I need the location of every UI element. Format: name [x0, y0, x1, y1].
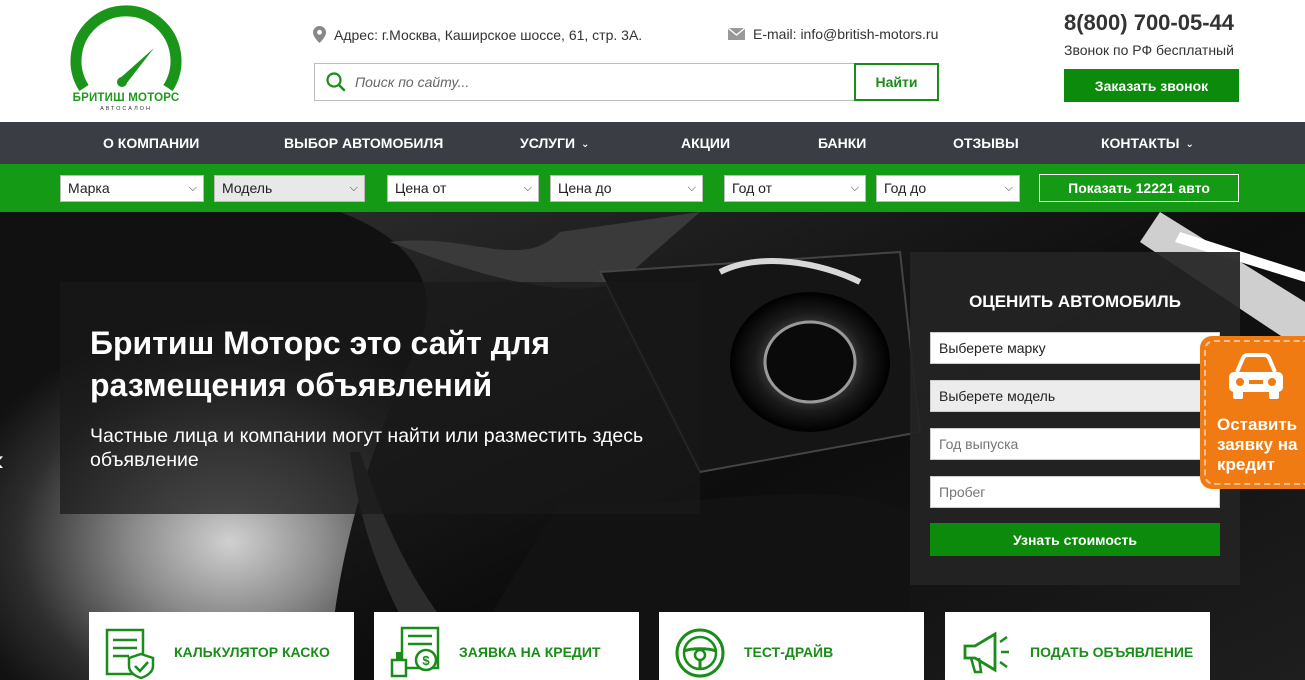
logo-name: БРИТИШ МОТОРС	[72, 92, 180, 104]
envelope-icon	[728, 28, 745, 40]
location-pin-icon	[313, 26, 326, 43]
insurance-document-icon	[105, 628, 155, 680]
card-test-drive[interactable]: ТЕСТ-ДРАЙВ	[659, 612, 924, 680]
card-post-ad[interactable]: ПОДАТЬ ОБЪЯВЛЕНИЕ	[945, 612, 1210, 680]
hero-title: Бритиш Моторс это сайт для размещения об…	[90, 325, 551, 403]
card-label: ТЕСТ-ДРАЙВ	[744, 644, 834, 660]
nav-item-contacts[interactable]: КОНТАКТЫ ⌄	[1101, 122, 1194, 164]
search-input[interactable]	[355, 74, 835, 90]
hero-promo: Бритиш Моторс это сайт для размещения об…	[60, 282, 700, 514]
appraise-year-input[interactable]	[930, 428, 1220, 460]
nav-item-services[interactable]: УСЛУГИ ⌄	[520, 122, 589, 164]
card-label: ЗАЯВКА НА КРЕДИТ	[459, 644, 601, 660]
nav-item-banks[interactable]: БАНКИ	[818, 122, 866, 164]
chevron-down-icon: ⌵	[349, 182, 358, 194]
email-text[interactable]: E-mail: info@british-motors.ru	[753, 26, 938, 42]
chevron-down-icon: ⌵	[1004, 182, 1013, 194]
chevron-down-icon: ⌵	[188, 182, 197, 194]
megaphone-icon	[963, 631, 1009, 674]
chevron-down-icon: ⌄	[1185, 139, 1194, 150]
address-text: Адрес: г.Москва, Каширское шоссе, 61, ст…	[334, 26, 643, 43]
nav-item-about[interactable]: О КОМПАНИИ	[103, 122, 199, 164]
logo-subtitle: АВТОСАЛОН	[100, 106, 152, 112]
car-icon	[1229, 353, 1283, 399]
card-credit-application[interactable]: $ ЗАЯВКА НА КРЕДИТ	[374, 612, 639, 680]
nav-item-reviews[interactable]: ОТЗЫВЫ	[953, 122, 1019, 164]
hero-subtitle: Частные лица и компании могут найти или …	[90, 425, 644, 471]
appraise-brand-select[interactable]: Выберете марку	[930, 332, 1220, 364]
nav-item-car-selection[interactable]: ВЫБОР АВТОМОБИЛЯ	[284, 122, 443, 164]
svg-text:$: $	[422, 653, 430, 668]
speedometer-logo-icon	[70, 5, 182, 92]
slider-prev-arrow-icon[interactable]: ‹	[0, 444, 4, 478]
phone-number[interactable]: 8(800) 700-05-44	[1064, 10, 1234, 36]
order-call-button[interactable]: Заказать звонок	[1064, 69, 1239, 102]
car-filter-bar: Марка ⌵ Модель ⌵ Цена от ⌵ Цена до ⌵ Год от ⌵…	[0, 164, 1305, 212]
logo[interactable]: БРИТИШ МОТОРС АВТОСАЛОН	[66, 4, 186, 114]
appraise-submit-button[interactable]: Узнать стоимость	[930, 523, 1220, 556]
credit-application-icon: $	[390, 626, 440, 678]
make-select[interactable]: Марка ⌵	[60, 175, 204, 202]
site-header: БРИТИШ МОТОРС АВТОСАЛОН Адрес: г.Москва,…	[0, 0, 1305, 122]
chevron-down-icon: ⌵	[523, 182, 532, 194]
email[interactable]: E-mail: info@british-motors.ru	[728, 26, 938, 42]
show-cars-button[interactable]: Показать 12221 авто	[1039, 174, 1239, 202]
hero-banner: Бритиш Моторс это сайт для размещения об…	[0, 212, 1305, 680]
year-to-select[interactable]: Год до ⌵	[876, 175, 1020, 202]
credit-request-tab[interactable]: Оставить заявку на кредит	[1200, 336, 1305, 489]
appraise-mileage-input[interactable]	[930, 476, 1220, 508]
appraise-title: ОЦЕНИТЬ АВТОМОБИЛЬ	[969, 292, 1181, 311]
search-button[interactable]: Найти	[854, 63, 939, 101]
chevron-down-icon: ⌵	[850, 182, 859, 194]
steering-wheel-icon	[675, 628, 725, 678]
chevron-down-icon: ⌵	[687, 182, 696, 194]
appraise-model-select[interactable]: Выберете модель	[930, 380, 1220, 412]
search-field[interactable]	[314, 63, 855, 101]
price-from-select[interactable]: Цена от ⌵	[387, 175, 539, 202]
model-select[interactable]: Модель ⌵	[214, 175, 365, 202]
phone-note: Звонок по РФ бесплатный	[1064, 42, 1234, 58]
price-to-select[interactable]: Цена до ⌵	[550, 175, 703, 202]
card-kasko-calculator[interactable]: КАЛЬКУЛЯТОР КАСКО	[89, 612, 354, 680]
chevron-down-icon: ⌄	[581, 139, 590, 150]
search-icon	[326, 72, 346, 92]
appraise-form: ОЦЕНИТЬ АВТОМОБИЛЬ Выберете марку Выбере…	[910, 252, 1240, 585]
credit-request-label: Оставить заявку на кредит	[1217, 415, 1298, 474]
card-label: КАЛЬКУЛЯТОР КАСКО	[174, 644, 330, 660]
year-from-select[interactable]: Год от ⌵	[724, 175, 866, 202]
main-nav: О КОМПАНИИ ВЫБОР АВТОМОБИЛЯ УСЛУГИ ⌄ АКЦИ…	[0, 122, 1305, 164]
address: Адрес: г.Москва, Каширское шоссе, 61, ст…	[313, 26, 642, 43]
nav-item-promotions[interactable]: АКЦИИ	[681, 122, 730, 164]
card-label: ПОДАТЬ ОБЪЯВЛЕНИЕ	[1030, 644, 1194, 660]
